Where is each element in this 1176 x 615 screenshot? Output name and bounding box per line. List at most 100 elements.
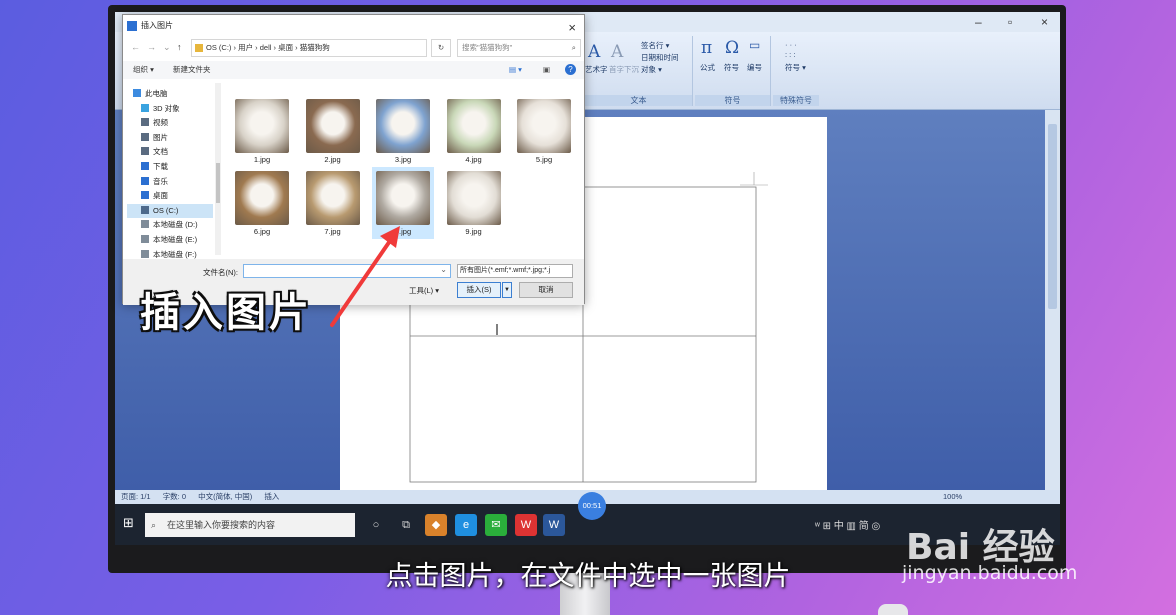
word-icon[interactable]: W — [543, 514, 565, 536]
taskbar-search-placeholder: 在这里输入你要搜索的内容 — [167, 520, 276, 530]
zoom-level[interactable]: 100% — [943, 490, 962, 504]
maximize-icon[interactable]: ▫ — [1008, 15, 1012, 29]
ribbon-group-text: A 艺术字 A 首字下沉 签名行 ▾ 日期和时间 对象 ▾ 文本 — [585, 36, 693, 106]
chevron-down-icon[interactable]: ⌄ — [440, 265, 447, 274]
nav-item[interactable]: 视频 — [141, 116, 168, 130]
tutorial-caption: 插入图片 — [140, 290, 312, 336]
nav-item[interactable]: 文档 — [141, 145, 168, 159]
navigation-pane: 此电脑 3D 对象 视频 图片 文档 下载 音乐 桌面 OS (C:) 本地磁盘 (D:) 本地磁盘… — [127, 83, 221, 259]
number-button[interactable]: 编号 — [747, 62, 762, 73]
close-icon[interactable]: × — [1041, 15, 1048, 29]
file-name: 8.jpg — [394, 227, 412, 236]
preview-pane-icon[interactable]: ▣ — [543, 61, 550, 79]
dropcap-button[interactable]: 首字下沉 — [609, 64, 639, 75]
file-thumbnail[interactable]: 2.jpg — [302, 95, 364, 167]
insert-picture-dialog: 插入图片 × ← → ⌄ ↑ OS (C:) › 用户 › dell › 桌面 … — [122, 14, 585, 305]
file-thumbnail[interactable]: 3.jpg — [372, 95, 434, 167]
datetime-button[interactable]: 日期和时间 — [641, 52, 679, 63]
back-arrow-icon[interactable]: ← — [131, 42, 140, 52]
nav-item-label: 本地磁盘 (F:) — [153, 249, 197, 259]
nav-item[interactable]: 本地磁盘 (D:) — [141, 218, 198, 232]
monitor-foot — [878, 604, 908, 615]
help-icon[interactable]: ? — [565, 64, 576, 75]
filename-input[interactable]: ⌄ — [243, 264, 451, 278]
file-thumbnail[interactable]: 9.jpg — [443, 167, 505, 239]
wordart-button[interactable]: 艺术字 — [585, 64, 608, 75]
app-icon-orange[interactable]: ◆ — [425, 514, 447, 536]
image-preview — [235, 99, 289, 153]
wechat-icon[interactable]: ✉ — [485, 514, 507, 536]
path-input[interactable]: OS (C:) › 用户 › dell › 桌面 › 猫猫狗狗 — [191, 39, 427, 57]
file-name: 5.jpg — [535, 155, 553, 164]
file-name: 7.jpg — [324, 227, 341, 236]
system-tray[interactable]: ʷ ⊞ 中 ▥ 简 ◎ — [815, 517, 880, 532]
nav-item[interactable]: 3D 对象 — [141, 102, 180, 116]
search-input[interactable]: 搜索"猫猫狗狗" ⌕ — [457, 39, 581, 57]
status-mode[interactable]: 插入 — [264, 492, 279, 501]
ribbon-group-label: 符号 — [695, 95, 770, 106]
nav-scrollbar[interactable] — [215, 83, 221, 255]
filetype-select[interactable]: 所有图片(*.emf;*.wmf;*.jpg;*.j — [457, 264, 573, 278]
signature-line-button[interactable]: 签名行 ▾ — [641, 40, 669, 51]
folder-icon — [141, 147, 149, 156]
filetype-value: 所有图片(*.emf;*.wmf;*.jpg;*.j — [460, 267, 551, 274]
file-thumbnail[interactable]: 1.jpg — [231, 95, 293, 167]
image-preview — [446, 171, 501, 225]
wordart-icon: A — [588, 42, 601, 62]
file-name: 1.jpg — [253, 155, 271, 164]
new-folder-button[interactable]: 新建文件夹 — [173, 61, 211, 79]
folder-icon — [141, 249, 149, 258]
cortana-icon[interactable]: ○ — [365, 514, 387, 536]
up-arrow-icon[interactable]: ↑ — [177, 42, 182, 52]
insert-button[interactable]: 插入(S) — [457, 282, 501, 298]
symbol-button[interactable]: 符号 — [724, 62, 739, 73]
forward-arrow-icon[interactable]: → — [147, 42, 156, 52]
close-icon[interactable]: × — [568, 17, 576, 39]
formula-button[interactable]: 公式 — [700, 62, 715, 73]
tools-button[interactable]: 工具(L) ▾ — [409, 285, 439, 296]
minimize-icon[interactable]: – — [975, 15, 982, 29]
dialog-title: 插入图片 — [141, 21, 173, 30]
nav-item-label: OS (C:) — [153, 205, 179, 215]
file-thumbnail[interactable]: 4.jpg — [443, 95, 505, 167]
file-name: 4.jpg — [465, 155, 482, 164]
nav-item[interactable]: 音乐 — [141, 175, 168, 189]
folder-icon — [141, 103, 149, 112]
nav-item[interactable]: 此电脑 — [133, 87, 168, 101]
file-name: 3.jpg — [394, 155, 412, 164]
vertical-scrollbar[interactable] — [1045, 110, 1060, 490]
insert-options-dropdown[interactable]: ▼ — [502, 282, 512, 298]
nav-item[interactable]: OS (C:) — [127, 203, 213, 218]
view-options-icon[interactable]: ▤ ▾ — [509, 61, 522, 79]
taskbar-search-input[interactable]: ⌕ 在这里输入你要搜索的内容 — [145, 513, 355, 537]
image-preview — [517, 99, 571, 153]
dialog-titlebar: 插入图片 × — [123, 15, 584, 37]
refresh-icon[interactable]: ↻ — [431, 39, 451, 57]
omega-icon: Ω — [725, 38, 740, 58]
file-thumbnail[interactable]: 5.jpg — [513, 95, 575, 167]
folder-icon — [141, 235, 149, 243]
cancel-button[interactable]: 取消 — [519, 282, 573, 298]
image-preview — [376, 99, 430, 153]
organize-button[interactable]: 组织 ▾ — [133, 61, 154, 79]
nav-item[interactable]: 下载 — [141, 160, 168, 174]
nav-item[interactable]: 桌面 — [141, 189, 168, 203]
status-words: 字数: 0 — [162, 492, 187, 501]
file-thumbnail[interactable]: 7.jpg — [302, 167, 364, 239]
special-symbol-button[interactable]: 符号 ▾ — [785, 62, 806, 73]
file-thumbnail[interactable]: 8.jpg — [372, 167, 434, 239]
word-icon — [127, 21, 137, 31]
object-button[interactable]: 对象 ▾ — [641, 64, 662, 75]
edge-icon[interactable]: e — [455, 514, 477, 536]
image-preview — [305, 171, 360, 225]
file-thumbnail[interactable]: 6.jpg — [231, 167, 293, 239]
windows-start-icon[interactable]: ⊞ — [123, 515, 134, 531]
nav-item-label: 音乐 — [153, 176, 168, 186]
dropdown-icon[interactable]: ⌄ — [163, 42, 171, 53]
nav-item[interactable]: 本地磁盘 (E:) — [141, 233, 197, 247]
wps-icon[interactable]: W — [515, 514, 537, 536]
nav-item[interactable]: 图片 — [141, 131, 168, 145]
task-view-icon[interactable]: ⧉ — [395, 514, 417, 536]
status-language[interactable]: 中文(简体, 中国) — [198, 492, 252, 501]
image-preview — [235, 171, 289, 225]
